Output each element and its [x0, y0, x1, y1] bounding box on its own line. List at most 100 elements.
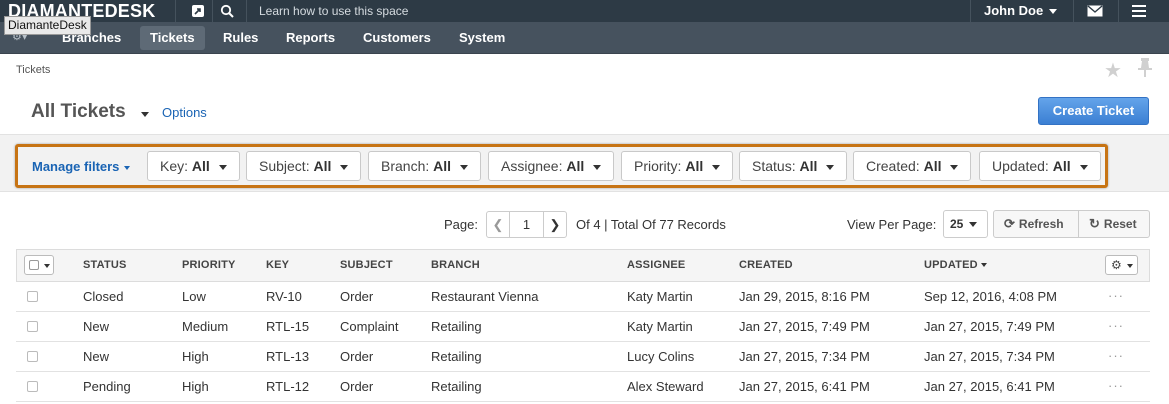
refresh-button[interactable]: ⟳ Refresh: [993, 210, 1079, 238]
chevron-down-icon: [44, 264, 50, 268]
column-subject[interactable]: SUBJECT: [340, 259, 393, 271]
cell-created: Jan 27, 2015, 7:49 PM: [739, 319, 870, 334]
row-actions-button[interactable]: ···: [1108, 318, 1124, 333]
filter-updated[interactable]: Updated: All: [979, 151, 1101, 181]
chevron-down-icon: [593, 164, 602, 170]
cell-status: Pending: [83, 379, 131, 394]
reset-label: Reset: [1103, 217, 1137, 231]
divider: [212, 0, 213, 22]
row-actions-button[interactable]: ···: [1108, 348, 1124, 363]
view-per-page-label: View Per Page:: [847, 217, 937, 232]
filter-key[interactable]: Key: All: [147, 151, 240, 181]
chevron-down-icon: [124, 165, 131, 170]
manage-filters-button[interactable]: Manage filters: [32, 159, 131, 174]
pin-icon[interactable]: [1138, 58, 1152, 83]
filter-value: All: [191, 158, 210, 174]
table-row[interactable]: Pending High RTL-12 Order Retailing Alex…: [16, 372, 1150, 402]
row-checkbox[interactable]: [27, 321, 38, 332]
cell-assignee: Alex Steward: [627, 379, 704, 394]
mail-icon[interactable]: [1086, 2, 1104, 20]
reset-button[interactable]: ↻ Reset: [1078, 210, 1150, 238]
row-checkbox[interactable]: [27, 381, 38, 392]
cell-key: RV-10: [266, 289, 302, 304]
column-assignee[interactable]: ASSIGNEE: [627, 259, 685, 271]
nav-reports[interactable]: Reports: [276, 26, 345, 50]
column-updated[interactable]: UPDATED: [924, 259, 987, 271]
chevron-down-icon: [950, 164, 959, 170]
filter-branch[interactable]: Branch: All: [368, 151, 482, 181]
filter-priority[interactable]: Priority: All: [621, 151, 734, 181]
nav-tickets[interactable]: Tickets: [140, 26, 205, 50]
gear-icon: ⚙: [1111, 258, 1122, 272]
checkbox-icon: [29, 260, 39, 270]
nav-customers[interactable]: Customers: [353, 26, 441, 50]
page-title: All Tickets: [31, 101, 126, 122]
cell-branch: Retailing: [431, 349, 482, 364]
next-page-button[interactable]: ❯: [543, 211, 567, 238]
divider: [246, 0, 247, 22]
cell-subject: Order: [340, 289, 374, 304]
options-link[interactable]: Options: [162, 105, 207, 120]
cell-priority: High: [182, 379, 209, 394]
grid-settings-button[interactable]: ⚙: [1105, 255, 1138, 275]
chevron-down-icon: [1127, 264, 1133, 268]
column-branch[interactable]: BRANCH: [431, 259, 480, 271]
star-icon[interactable]: ★: [1104, 58, 1122, 83]
column-created[interactable]: CREATED: [739, 259, 793, 271]
learn-link[interactable]: Learn how to use this space: [259, 0, 408, 22]
page-number-input[interactable]: 1: [509, 211, 544, 238]
cell-created: Jan 27, 2015, 7:34 PM: [739, 349, 870, 364]
chevron-down-icon: [712, 164, 721, 170]
cell-assignee: Katy Martin: [627, 289, 693, 304]
filter-value: All: [685, 158, 704, 174]
manage-filters-label: Manage filters: [32, 159, 120, 174]
divider: [175, 0, 176, 22]
cell-updated: Jan 27, 2015, 7:34 PM: [924, 349, 1055, 364]
row-actions-button[interactable]: ···: [1108, 378, 1124, 393]
breadcrumb[interactable]: Tickets: [16, 64, 50, 76]
cell-status: New: [83, 319, 110, 334]
nav-rules[interactable]: Rules: [213, 26, 268, 50]
chevron-down-icon: [460, 164, 469, 170]
chevron-down-icon: [340, 164, 349, 170]
row-actions-button[interactable]: ···: [1108, 288, 1124, 303]
chevron-down-icon: [826, 164, 835, 170]
cell-key: RTL-15: [266, 319, 310, 334]
per-page-select[interactable]: 25: [943, 210, 988, 238]
filter-label: Subject:: [259, 158, 310, 174]
filter-created[interactable]: Created: All: [853, 151, 972, 181]
cell-updated: Jan 27, 2015, 7:49 PM: [924, 319, 1055, 334]
main-nav: ⚙▾ Branches Tickets Rules Reports Custom…: [0, 22, 1169, 54]
cell-subject: Complaint: [340, 319, 399, 334]
filter-assignee[interactable]: Assignee: All: [488, 151, 615, 181]
table-row[interactable]: New Medium RTL-15 Complaint Retailing Ka…: [16, 312, 1150, 342]
row-checkbox[interactable]: [27, 291, 38, 302]
chevron-down-icon[interactable]: [141, 112, 149, 117]
table-row[interactable]: New High RTL-13 Order Retailing Lucy Col…: [16, 342, 1150, 372]
menu-icon[interactable]: [1130, 2, 1148, 20]
sort-desc-icon: [980, 263, 987, 268]
nav-system[interactable]: System: [449, 26, 515, 50]
column-status[interactable]: STATUS: [83, 259, 127, 271]
column-key[interactable]: KEY: [266, 259, 289, 271]
table-row[interactable]: Closed Low RV-10 Order Restaurant Vienna…: [16, 282, 1150, 312]
prev-page-button[interactable]: ❮: [486, 211, 510, 238]
cell-status: Closed: [83, 289, 124, 304]
chevron-down-icon: [1079, 164, 1088, 170]
search-icon[interactable]: [218, 2, 236, 20]
logo-tooltip: DiamanteDesk: [4, 16, 91, 35]
column-priority[interactable]: PRIORITY: [182, 259, 236, 271]
cell-subject: Order: [340, 349, 374, 364]
select-all-checkbox[interactable]: [24, 255, 54, 275]
divider: [970, 0, 971, 22]
user-menu[interactable]: John Doe: [984, 0, 1058, 22]
column-updated-label: UPDATED: [924, 259, 978, 271]
filter-subject[interactable]: Subject: All: [246, 151, 362, 181]
row-checkbox[interactable]: [27, 351, 38, 362]
cell-updated: Jan 27, 2015, 6:41 PM: [924, 379, 1055, 394]
cell-assignee: Katy Martin: [627, 319, 693, 334]
filter-status[interactable]: Status: All: [739, 151, 848, 181]
create-ticket-button[interactable]: Create Ticket: [1038, 97, 1149, 125]
top-bar: DIAMANTEDESK Learn how to use this space…: [0, 0, 1169, 22]
share-icon[interactable]: [189, 2, 207, 20]
